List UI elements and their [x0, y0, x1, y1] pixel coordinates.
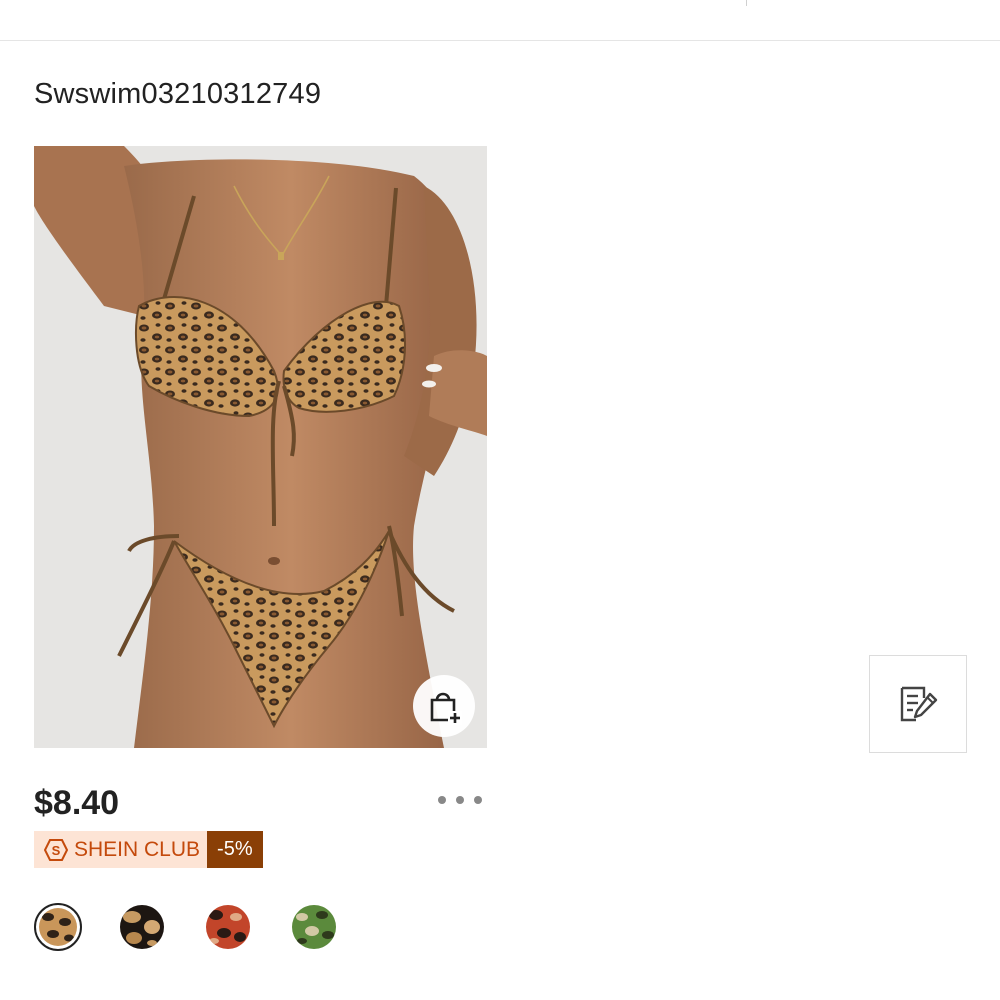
top-divider-tick — [746, 0, 747, 6]
shein-club-badge: S SHEIN CLUB -5% — [34, 831, 263, 868]
product-card-page: Swswim03210312749 $8.40 S SHEIN CLUB -5% — [0, 0, 1000, 1000]
add-to-bag-button[interactable] — [413, 675, 475, 737]
svg-text:S: S — [52, 843, 61, 858]
shein-club-s-icon: S — [44, 838, 68, 862]
swatch-leopard-black-tan[interactable] — [120, 905, 164, 949]
product-sku: Swswim03210312749 — [34, 78, 322, 110]
product-image[interactable] — [34, 146, 487, 748]
color-swatches — [34, 903, 378, 951]
more-horizontal-icon — [438, 796, 446, 804]
swatch-leopard-green[interactable] — [292, 905, 336, 949]
swatch-leopard-red[interactable] — [206, 905, 250, 949]
header-divider — [0, 40, 1000, 41]
club-discount: -5% — [207, 831, 263, 868]
edit-note-icon — [900, 686, 938, 722]
more-options-button[interactable] — [438, 790, 482, 810]
club-label: SHEIN CLUB — [74, 837, 201, 861]
swatch-leopard-tan[interactable] — [34, 903, 82, 951]
edit-note-button[interactable] — [869, 655, 967, 753]
product-price: $8.40 — [34, 784, 120, 822]
bag-plus-icon — [430, 692, 462, 725]
